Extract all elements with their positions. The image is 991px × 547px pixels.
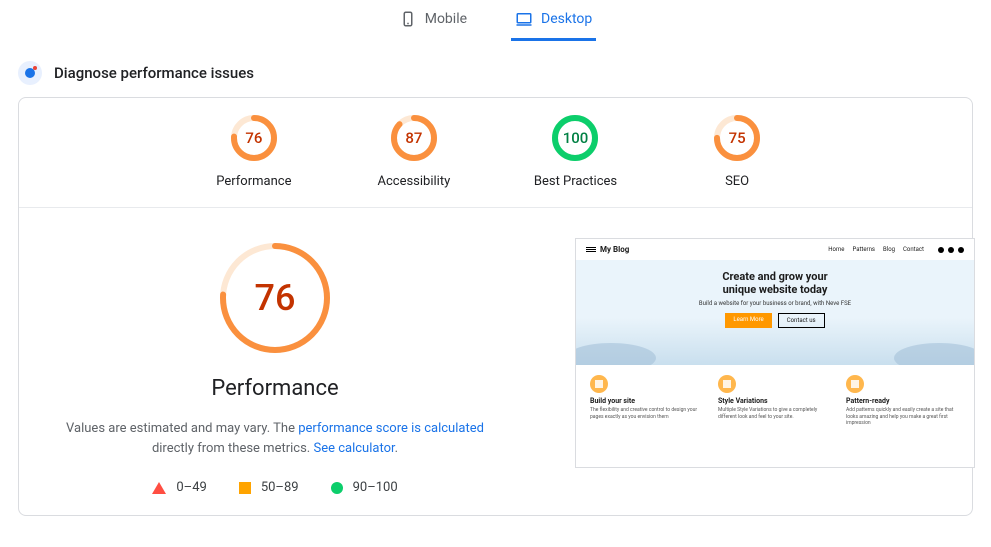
preview-feature-title: Style Variations	[718, 397, 832, 405]
detail-gauge: 76	[215, 238, 335, 358]
score-label: Best Practices	[534, 174, 617, 189]
score-gauge: 76	[230, 114, 278, 162]
score-gauge: 87	[390, 114, 438, 162]
legend-bad: 0–49	[152, 480, 206, 495]
preview-hero: Create and grow yourunique website today…	[576, 260, 974, 365]
preview-nav-item: Contact	[903, 246, 924, 253]
social-icon	[958, 247, 964, 253]
preview-nav-item: Patterns	[852, 246, 875, 253]
legend-good: 90–100	[331, 480, 398, 495]
link-see-calculator[interactable]: See calculator	[313, 441, 394, 456]
preview-hero-title: Create and grow yourunique website today	[722, 270, 827, 296]
detail-title: Performance	[211, 376, 338, 401]
detail-desc-text: Values are estimated and may vary. The	[66, 421, 298, 436]
tab-mobile[interactable]: Mobile	[395, 4, 471, 41]
gauge-icon	[18, 61, 42, 85]
triangle-icon	[152, 482, 166, 494]
menu-icon	[586, 247, 596, 252]
square-icon	[239, 482, 251, 494]
score-gauge: 75	[713, 114, 761, 162]
tab-mobile-label: Mobile	[425, 11, 467, 27]
preview-features: Build your site The flexibility and crea…	[576, 365, 974, 437]
link-score-calculated[interactable]: performance score is calculated	[298, 421, 484, 436]
detail-left: 76 Performance Values are estimated and …	[55, 238, 495, 495]
legend-good-label: 90–100	[353, 480, 398, 495]
preview-feature: Build your site The flexibility and crea…	[590, 375, 704, 427]
preview-feature: Pattern-ready Add patterns quickly and e…	[846, 375, 960, 427]
feature-icon	[590, 375, 608, 393]
tab-desktop[interactable]: Desktop	[511, 4, 596, 41]
score-best-practices[interactable]: 100 Best Practices	[534, 114, 617, 189]
detail-description: Values are estimated and may vary. The p…	[55, 419, 495, 458]
preview-header: My Blog Home Patterns Blog Contact	[576, 239, 974, 260]
score-seo[interactable]: 75 SEO	[697, 114, 777, 189]
legend-mid: 50–89	[239, 480, 299, 495]
preview-btn-secondary: Contact us	[778, 313, 825, 328]
score-label: Accessibility	[377, 174, 450, 189]
tab-desktop-label: Desktop	[541, 11, 592, 27]
score-value: 87	[390, 114, 438, 162]
circle-icon	[331, 482, 343, 494]
score-label: SEO	[725, 174, 749, 189]
preview-feature: Style Variations Multiple Style Variatio…	[718, 375, 832, 427]
preview-feature-title: Pattern-ready	[846, 397, 960, 405]
detail-desc-text: directly from these metrics.	[152, 441, 314, 456]
detail-score-value: 76	[215, 238, 335, 358]
score-performance[interactable]: 76 Performance	[214, 114, 294, 189]
score-value: 76	[230, 114, 278, 162]
diagnose-title: Diagnose performance issues	[54, 64, 254, 82]
detail-desc-text: .	[395, 441, 398, 456]
score-label: Performance	[216, 174, 291, 189]
diagnose-header: Diagnose performance issues	[0, 41, 991, 97]
score-value: 75	[713, 114, 761, 162]
preview-social-icons	[938, 247, 964, 253]
preview-site-name: My Blog	[600, 245, 629, 254]
score-row: 76 Performance 87 Accessibility 100 Best…	[19, 114, 972, 208]
score-gauge: 100	[551, 114, 599, 162]
preview-hero-subtitle: Build a website for your business or bra…	[699, 300, 851, 307]
preview-logo: My Blog	[586, 245, 629, 254]
site-preview: My Blog Home Patterns Blog Contact Creat…	[575, 238, 975, 468]
preview-nav-item: Blog	[883, 246, 895, 253]
feature-icon	[718, 375, 736, 393]
social-icon	[948, 247, 954, 253]
preview-feature-title: Build your site	[590, 397, 704, 405]
social-icon	[938, 247, 944, 253]
preview-nav: Home Patterns Blog Contact	[828, 246, 964, 253]
preview-feature-text: Add patterns quickly and easily create a…	[846, 407, 960, 427]
feature-icon	[846, 375, 864, 393]
score-value: 100	[551, 114, 599, 162]
score-accessibility[interactable]: 87 Accessibility	[374, 114, 454, 189]
preview-feature-text: The flexibility and creative control to …	[590, 407, 704, 420]
mobile-icon	[399, 10, 417, 28]
legend-bad-label: 0–49	[176, 480, 206, 495]
preview-nav-item: Home	[828, 246, 844, 253]
preview-feature-text: Multiple Style Variations to give a comp…	[718, 407, 832, 420]
preview-btn-primary: Learn More	[725, 313, 771, 328]
score-legend: 0–49 50–89 90–100	[152, 480, 397, 495]
desktop-icon	[515, 10, 533, 28]
legend-mid-label: 50–89	[261, 480, 299, 495]
detail-section: 76 Performance Values are estimated and …	[19, 208, 972, 495]
device-tabs: Mobile Desktop	[0, 0, 991, 41]
results-card: 76 Performance 87 Accessibility 100 Best…	[18, 97, 973, 516]
preview-hero-buttons: Learn More Contact us	[725, 313, 824, 328]
